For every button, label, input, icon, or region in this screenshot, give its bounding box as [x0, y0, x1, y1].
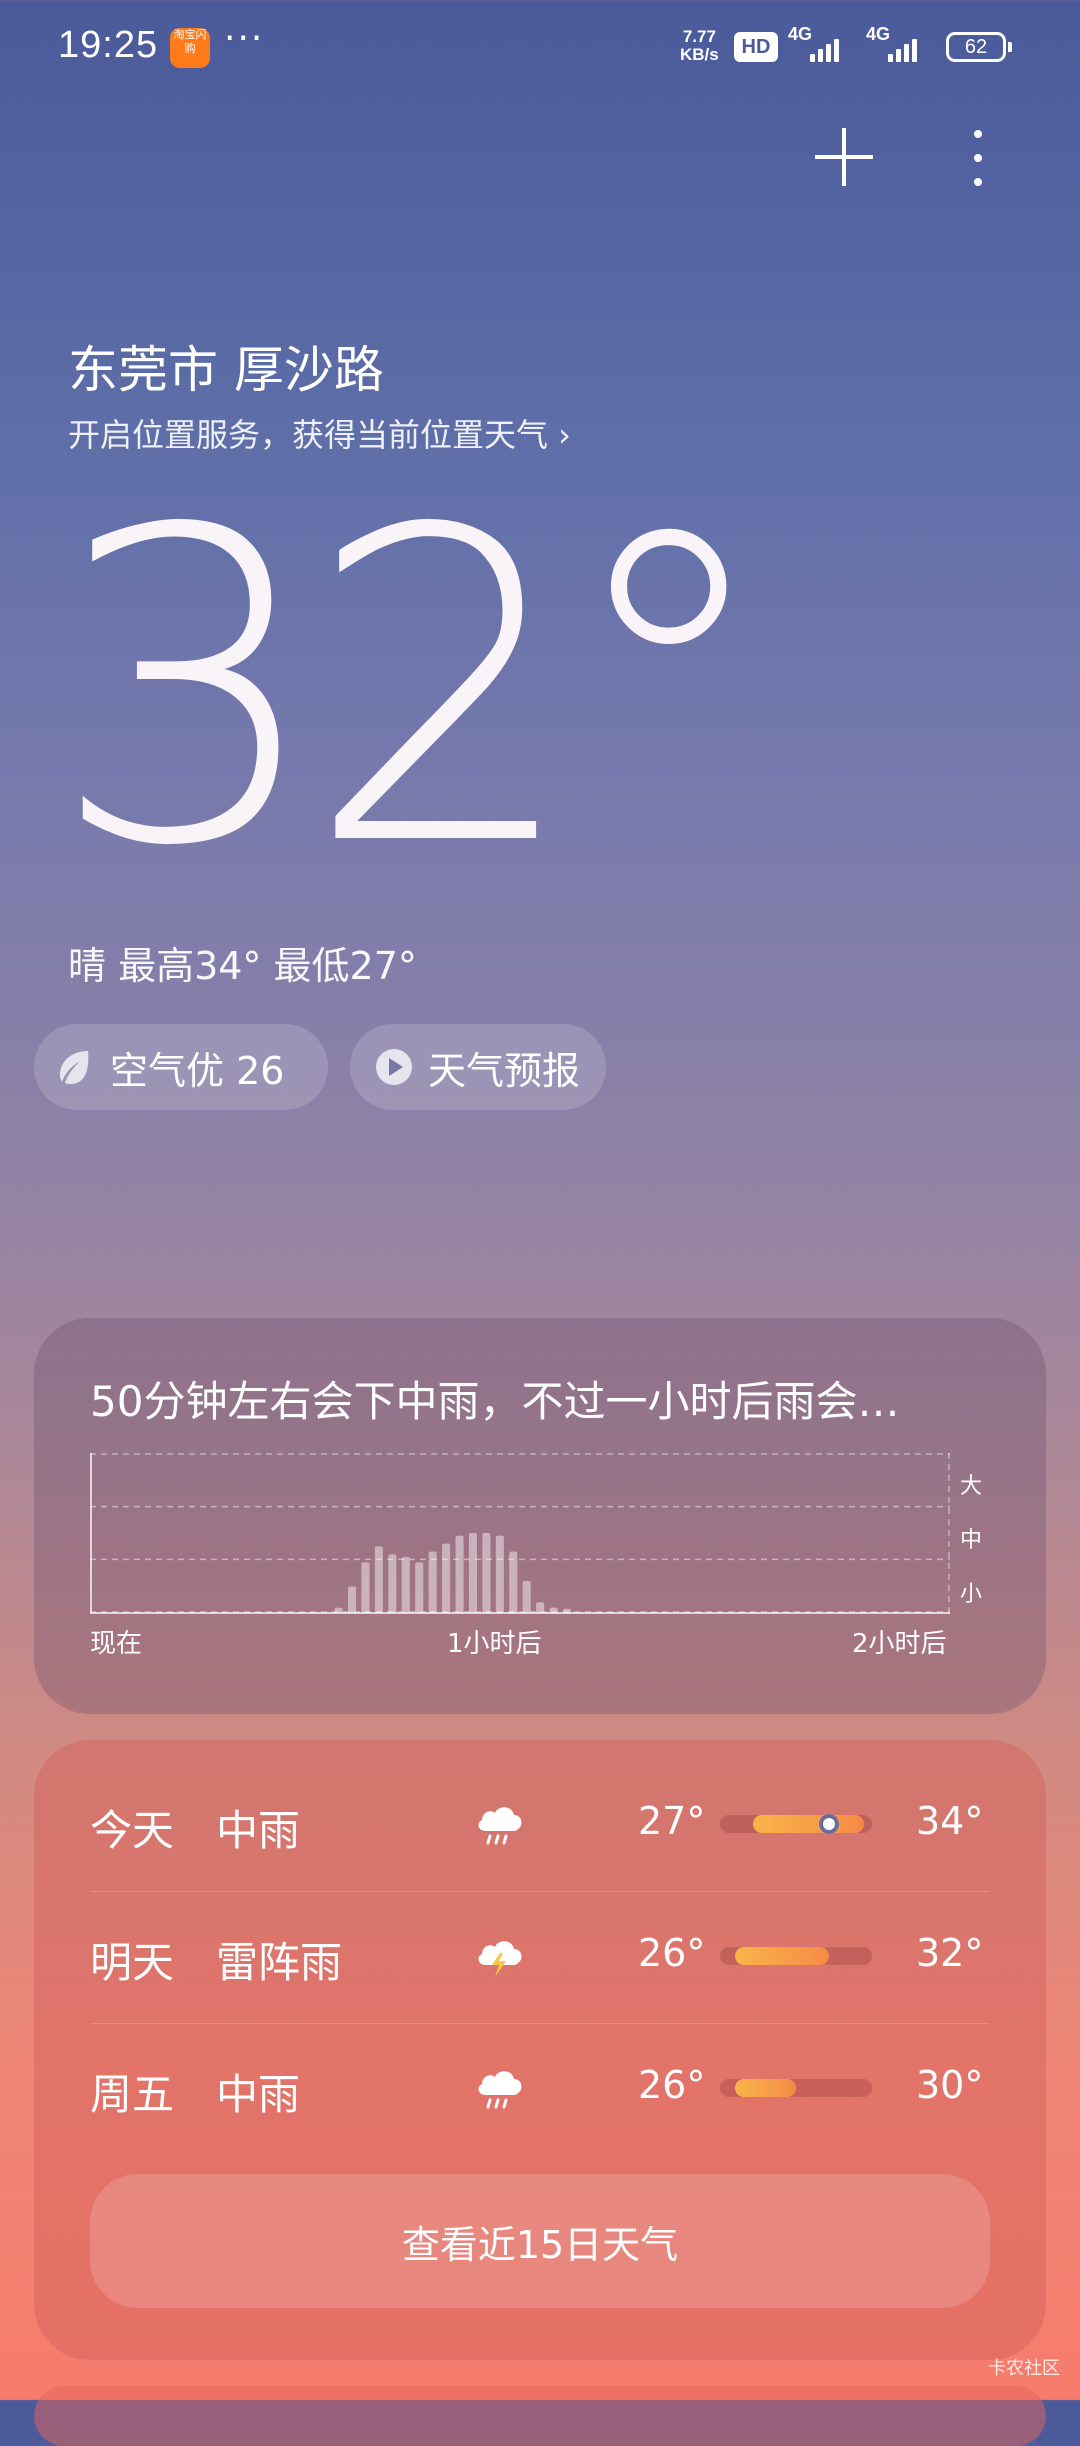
level-heavy: 大	[960, 1474, 983, 1499]
precipitation-bar	[361, 1562, 370, 1613]
x-label-now: 现在	[90, 1629, 143, 1659]
precipitation-bar	[536, 1602, 545, 1613]
forecast-row-friday[interactable]: 周五 中雨 26° 30°	[90, 2029, 990, 2149]
leaf-icon	[60, 1051, 89, 1084]
precipitation-bar	[334, 1607, 343, 1613]
chart-x-axis: 现在 1小时后 2小时后	[90, 1623, 950, 1663]
precipitation-bar	[415, 1562, 424, 1613]
x-label-1h: 1小时后	[447, 1629, 542, 1659]
precipitation-bar	[522, 1581, 531, 1613]
weather-video-button[interactable]: 天气预报	[350, 1024, 606, 1110]
temperature-range-fill	[735, 1947, 830, 1965]
forecast-day: 今天	[90, 1806, 175, 1855]
forecast-label: 天气预报	[428, 1048, 581, 1093]
watermark: 卡农社区	[988, 2358, 1060, 2379]
clock: 19:25	[58, 24, 159, 66]
precipitation-bar	[455, 1535, 464, 1613]
temperature-range-fill	[753, 1815, 865, 1833]
forecast-condition: 雷阵雨	[216, 1938, 343, 1987]
play-icon	[376, 1049, 412, 1085]
forecast-low: 27°	[638, 1799, 706, 1843]
network-speed-value: 7.77	[682, 27, 716, 46]
precipitation-bar	[348, 1586, 357, 1613]
divider	[90, 1891, 990, 1892]
precipitation-bar	[374, 1546, 383, 1613]
temperature-range-fill	[735, 2079, 796, 2097]
weather-summary: 晴 最高34° 最低27°	[68, 944, 417, 988]
battery-icon: 62	[946, 32, 1012, 62]
forecast-day: 周五	[90, 2070, 175, 2119]
precipitation-bar	[495, 1535, 504, 1613]
temperature-range-bar	[720, 1947, 872, 1965]
precipitation-summary: 50分钟左右会下中雨，不过一小时后雨会…	[90, 1377, 900, 1426]
thunderstorm-cloud-icon	[478, 1941, 522, 1977]
forecast-row-tomorrow[interactable]: 明天 雷阵雨 26° 32°	[90, 1897, 990, 2017]
forecast-high: 32°	[916, 1931, 984, 1975]
x-label-2h: 2小时后	[852, 1629, 947, 1659]
view-15-day-forecast-button[interactable]: 查看近15日天气	[90, 2174, 990, 2308]
city-name: 东莞市 厚沙路	[68, 341, 384, 399]
precipitation-chart	[90, 1453, 950, 1614]
precipitation-bar	[549, 1607, 558, 1613]
current-temperature: 32°	[50, 440, 776, 940]
aqi-label: 空气优 26	[110, 1048, 285, 1093]
level-moderate: 中	[960, 1528, 983, 1553]
precipitation-bar	[388, 1554, 397, 1613]
forecast-condition: 中雨	[216, 2070, 301, 2119]
precipitation-bar	[428, 1551, 437, 1613]
forecast-high: 34°	[916, 1799, 984, 1843]
forecast-condition: 中雨	[216, 1806, 301, 1855]
precipitation-bar	[468, 1533, 477, 1613]
precipitation-bar	[482, 1533, 491, 1613]
next-card	[34, 2386, 1046, 2446]
app-icon-label: 淘宝闪购	[173, 28, 207, 55]
add-city-button[interactable]	[815, 128, 873, 186]
signal-icon-2	[888, 36, 924, 62]
precipitation-bar	[442, 1543, 451, 1613]
more-menu-button[interactable]	[966, 130, 990, 186]
hd-volte-badge: HD	[734, 32, 778, 62]
forecast-day: 明天	[90, 1938, 175, 1987]
network-speed-unit: KB/s	[680, 45, 719, 64]
forecast-low: 26°	[638, 1931, 706, 1975]
status-bar: 19:25 淘宝闪购 ··· 7.77 KB/s HD 4G 4G 62	[58, 18, 1028, 74]
network-type-2: 4G	[866, 24, 891, 44]
temperature-range-bar	[720, 1814, 872, 1834]
forecast-high: 30°	[916, 2063, 984, 2107]
divider	[90, 2023, 990, 2024]
network-type-1: 4G	[788, 24, 813, 44]
forecast-low: 26°	[638, 2063, 706, 2107]
rain-cloud-icon	[478, 2071, 522, 2109]
temperature-range-bar	[720, 2079, 872, 2097]
air-quality-button[interactable]: 空气优 26	[34, 1024, 328, 1110]
precipitation-bar	[401, 1557, 410, 1613]
rain-cloud-icon	[478, 1807, 522, 1845]
precipitation-bar	[509, 1551, 518, 1613]
forecast-row-today[interactable]: 今天 中雨 27° 34°	[90, 1765, 990, 1885]
level-light: 小	[960, 1582, 983, 1607]
notification-overflow-icon: ···	[224, 18, 265, 59]
taobao-app-icon: 淘宝闪购	[170, 28, 210, 68]
signal-icon-1	[810, 36, 846, 62]
precipitation-bar	[563, 1608, 572, 1613]
network-speed: 7.77 KB/s	[680, 28, 719, 64]
